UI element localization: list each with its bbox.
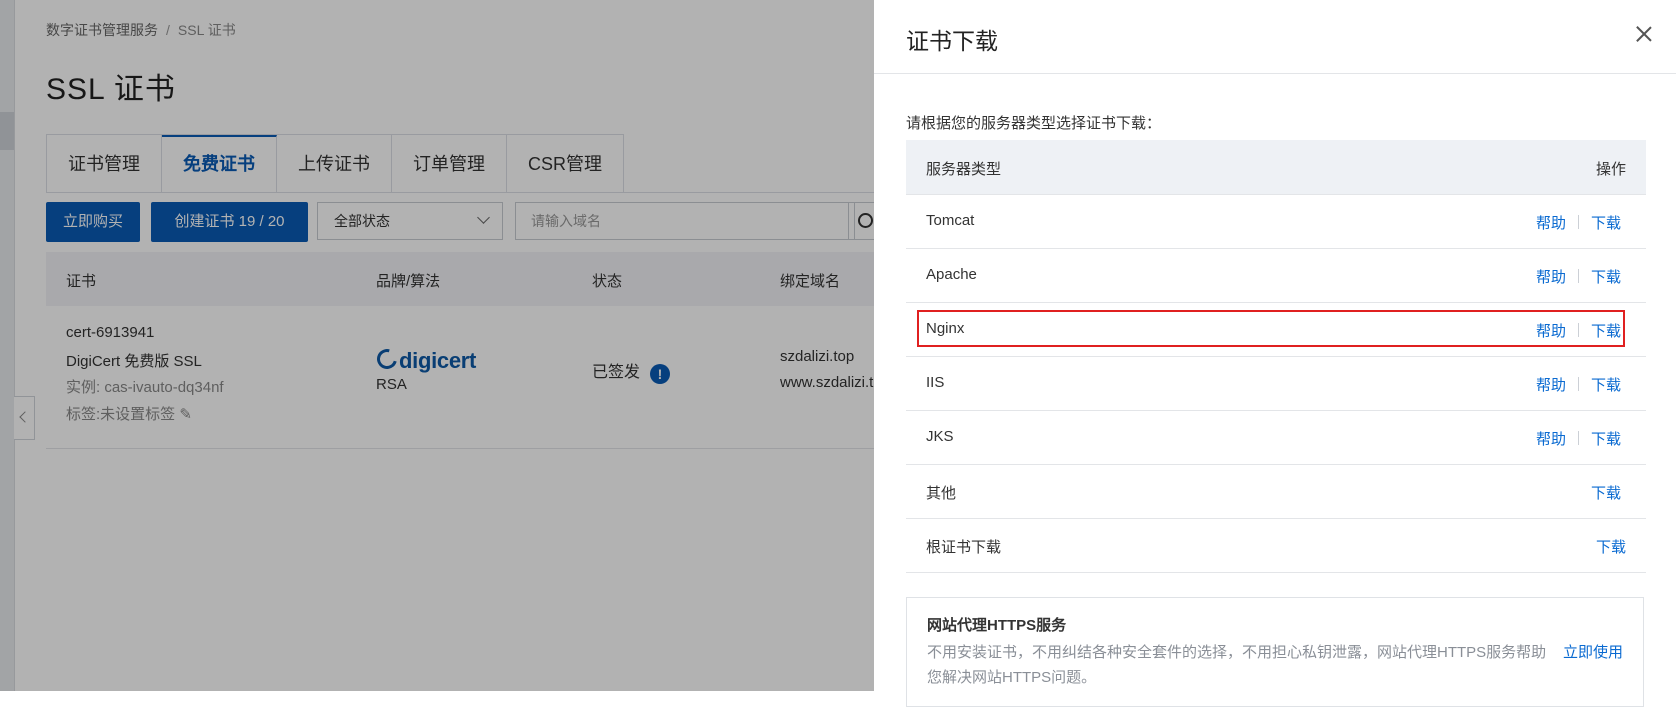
drawer-intro-text: 请根据您的服务器类型选择证书下载： — [906, 115, 1162, 132]
download-link[interactable]: 下载 — [1591, 374, 1621, 395]
help-link[interactable]: 帮助 — [1536, 320, 1566, 341]
help-link[interactable]: 帮助 — [1536, 428, 1566, 449]
server-row-root-cert: 根证书下载 下载 — [906, 519, 1646, 573]
action-divider — [1578, 377, 1579, 391]
drawer-title: 证书下载 — [906, 28, 998, 54]
action-divider — [1578, 323, 1579, 337]
download-link[interactable]: 下载 — [1596, 536, 1626, 557]
help-link[interactable]: 帮助 — [1536, 266, 1566, 287]
server-row-apache: Apache 帮助 下载 — [906, 249, 1646, 303]
action-divider — [1578, 431, 1579, 445]
server-name: IIS — [926, 374, 945, 391]
server-name: Apache — [926, 266, 977, 283]
drawer-header-divider — [874, 73, 1676, 74]
server-row-jks: JKS 帮助 下载 — [906, 411, 1646, 465]
highlight-box — [917, 310, 1625, 347]
cert-download-drawer: 证书下载 请根据您的服务器类型选择证书下载： 服务器类型 操作 Tomcat 帮… — [874, 0, 1676, 707]
server-name: 根证书下载 — [926, 539, 1002, 556]
download-link[interactable]: 下载 — [1591, 266, 1621, 287]
modal-overlay[interactable] — [0, 0, 874, 691]
download-link[interactable]: 下载 — [1591, 428, 1621, 449]
help-link[interactable]: 帮助 — [1536, 212, 1566, 233]
promo-title: 网站代理HTTPS服务 — [927, 617, 1067, 634]
download-link[interactable]: 下载 — [1591, 482, 1621, 503]
action-divider — [1578, 269, 1579, 283]
server-name: Nginx — [926, 320, 965, 337]
server-row-iis: IIS 帮助 下载 — [906, 357, 1646, 411]
col-header-action: 操作 — [1595, 161, 1626, 178]
server-name: JKS — [926, 428, 954, 445]
promo-description: 不用安装证书，不用纠结各种安全套件的选择，不用担心私钥泄露，网站代理HTTPS服… — [927, 644, 1547, 686]
server-row-other: 其他 下载 — [906, 465, 1646, 519]
server-table-header: 服务器类型 操作 — [906, 140, 1646, 195]
use-now-link[interactable]: 立即使用 — [1563, 640, 1623, 665]
download-link[interactable]: 下载 — [1591, 320, 1621, 341]
server-row-nginx: Nginx 帮助 下载 — [906, 303, 1646, 357]
download-link[interactable]: 下载 — [1591, 212, 1621, 233]
close-icon[interactable] — [1634, 24, 1654, 44]
server-name: 其他 — [926, 485, 957, 502]
action-divider — [1578, 215, 1579, 229]
server-row-tomcat: Tomcat 帮助 下载 — [906, 195, 1646, 249]
help-link[interactable]: 帮助 — [1536, 374, 1566, 395]
server-name: Tomcat — [926, 212, 975, 229]
col-header-server-type: 服务器类型 — [926, 161, 1002, 178]
server-type-table: 服务器类型 操作 Tomcat 帮助 下载 Apache 帮助 下载 Nginx… — [906, 140, 1646, 573]
